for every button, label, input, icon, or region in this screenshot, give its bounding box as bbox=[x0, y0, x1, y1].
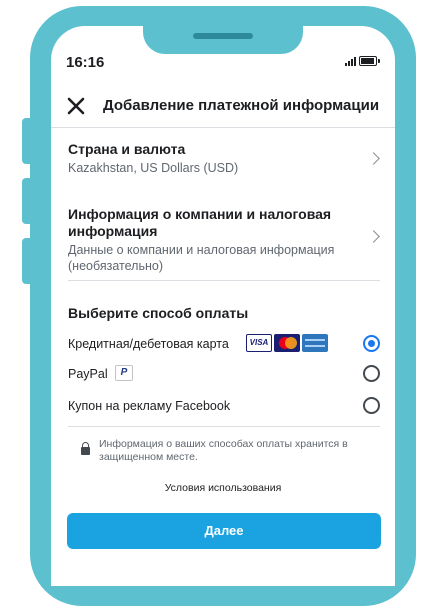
company-tax-row[interactable]: Информация о компании и налоговая информ… bbox=[68, 206, 380, 274]
status-time: 16:16 bbox=[66, 54, 105, 71]
phone-notch bbox=[143, 26, 303, 54]
header-divider bbox=[51, 127, 395, 128]
page-title: Добавление платежной информации bbox=[103, 97, 380, 114]
visa-logo-icon: VISA bbox=[246, 334, 272, 352]
payment-section-title: Выберите способ оплаты bbox=[68, 305, 249, 321]
country-currency-title: Страна и валюта bbox=[68, 141, 186, 157]
next-button[interactable]: Далее bbox=[67, 513, 381, 549]
page-header: Добавление платежной информации bbox=[51, 92, 395, 124]
company-tax-subtitle: Данные о компании и налоговая информация… bbox=[68, 243, 335, 273]
country-currency-row[interactable]: Страна и валюта Kazakhstan, US Dollars (… bbox=[68, 141, 380, 176]
chevron-right-icon bbox=[367, 230, 380, 243]
country-currency-value: Kazakhstan, US Dollars (USD) bbox=[68, 161, 239, 175]
mastercard-logo-icon bbox=[274, 334, 300, 352]
radio-card[interactable] bbox=[363, 335, 380, 352]
speaker-grille bbox=[193, 33, 253, 39]
battery-icon bbox=[359, 56, 380, 66]
signal-icon bbox=[345, 56, 356, 66]
amex-logo-icon bbox=[302, 334, 328, 352]
lock-icon bbox=[81, 442, 90, 455]
payment-option-paypal[interactable]: PayPal P bbox=[68, 364, 380, 386]
secure-info-text: Информация о ваших способах оплаты храни… bbox=[99, 438, 348, 463]
terms-link[interactable]: Условия использования bbox=[51, 482, 395, 494]
payment-option-label: PayPal bbox=[68, 367, 108, 381]
phone-screen: 16:16 Добавление платежной информации Ст… bbox=[51, 26, 395, 586]
company-tax-title: Информация о компании и налоговая информ… bbox=[68, 206, 332, 239]
section-divider bbox=[68, 280, 380, 281]
section-divider bbox=[68, 426, 380, 427]
radio-paypal[interactable] bbox=[363, 365, 380, 382]
payment-option-label: Кредитная/дебетовая карта bbox=[68, 337, 229, 351]
status-icons bbox=[345, 56, 380, 66]
radio-coupon[interactable] bbox=[363, 397, 380, 414]
payment-option-label: Купон на рекламу Facebook bbox=[68, 399, 231, 413]
payment-option-card[interactable]: Кредитная/дебетовая карта VISA bbox=[68, 334, 380, 356]
paypal-logo-icon: P bbox=[115, 365, 133, 381]
payment-option-coupon[interactable]: Купон на рекламу Facebook bbox=[68, 396, 380, 418]
card-logos: VISA bbox=[246, 334, 328, 352]
close-icon[interactable] bbox=[66, 96, 86, 116]
